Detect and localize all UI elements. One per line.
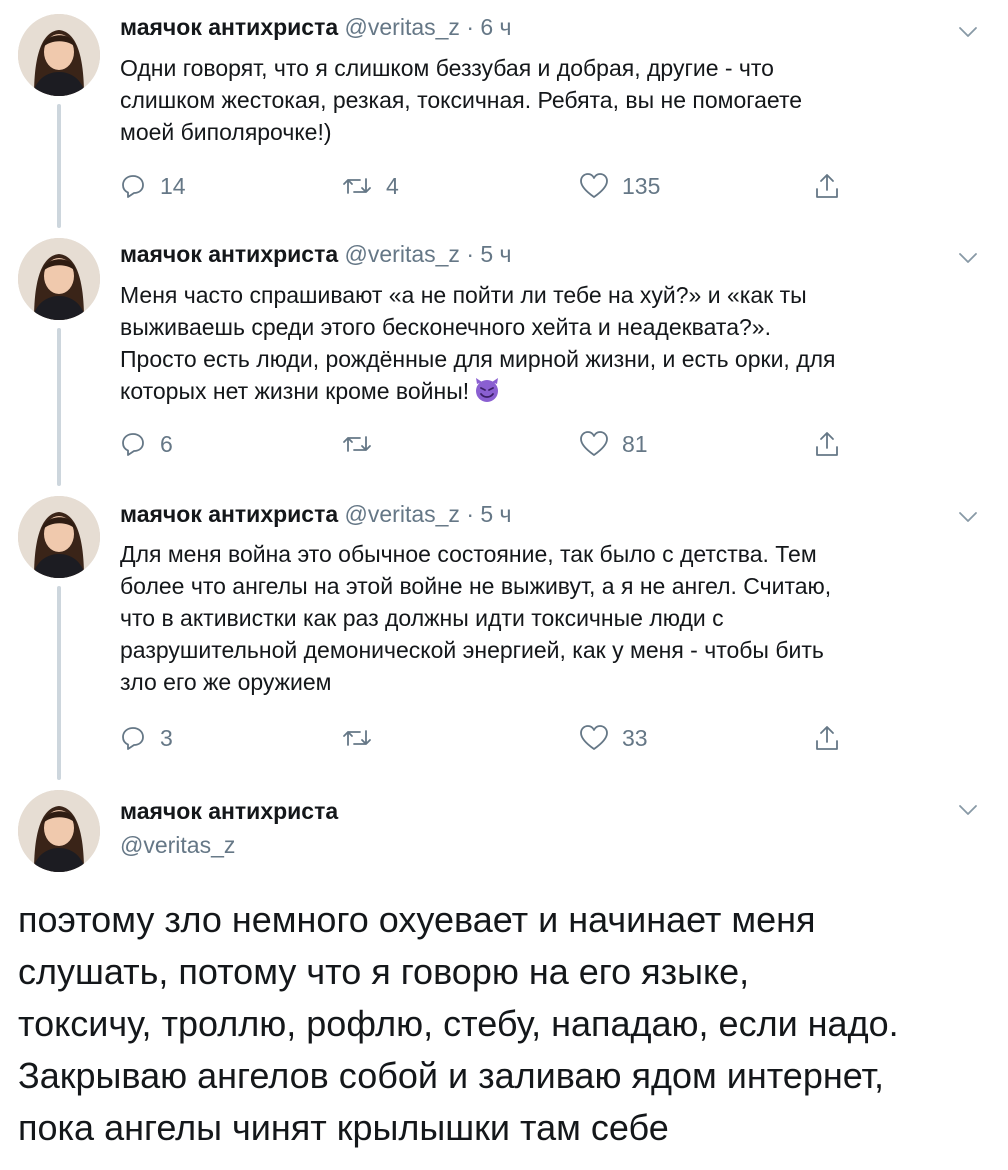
like-button[interactable]: 135 [578,170,660,202]
timestamp[interactable]: 6 ч [480,14,511,40]
tweet-handle-row: @veritas_z [120,831,235,859]
tweet-actions: 14 4 135 [118,170,858,202]
thread-line [57,328,61,486]
thread-line [57,586,61,780]
avatar[interactable] [18,238,100,320]
user-handle[interactable]: @veritas_z [345,501,460,527]
separator-dot: · [466,501,474,527]
chevron-down-icon[interactable] [956,798,980,822]
separator-dot: · [466,14,474,40]
timestamp[interactable]: 5 ч [480,241,511,267]
separator-dot: · [466,241,474,267]
avatar[interactable] [18,496,100,578]
like-count: 81 [622,430,648,457]
reply-count: 3 [160,724,173,751]
twitter-thread: маячок антихриста @veritas_z · 6 ч Одни … [0,0,1008,1170]
retweet-button[interactable] [340,722,386,754]
retweet-button[interactable]: 4 [340,170,399,202]
tweet-header: маячок антихриста @veritas_z · 5 ч [120,500,512,528]
user-handle[interactable]: @veritas_z [345,14,460,40]
chevron-down-icon[interactable] [956,20,980,44]
reply-count: 6 [160,430,173,457]
reply-button[interactable]: 6 [118,428,173,460]
retweet-count: 4 [386,172,399,199]
tweet-header: маячок антихриста @veritas_z · 6 ч [120,13,512,41]
chevron-down-icon[interactable] [956,505,980,529]
user-handle[interactable]: @veritas_z [345,241,460,267]
like-button[interactable]: 81 [578,428,648,460]
timestamp[interactable]: 5 ч [480,501,511,527]
tweet-text: Для меня война это обычное состояние, та… [120,541,832,695]
retweet-icon [343,730,371,746]
share-button[interactable] [812,170,842,202]
heart-icon [580,431,608,456]
share-button[interactable] [812,722,842,754]
reply-icon [122,175,144,198]
tweet-header: маячок антихриста [120,797,338,825]
avatar[interactable] [18,14,100,96]
like-count: 135 [622,172,661,199]
thread-line [57,104,61,228]
tweet-header: маячок антихриста @veritas_z · 5 ч [120,240,512,268]
reply-icon [122,433,144,456]
retweet-icon [343,436,371,452]
display-name[interactable]: маячок антихриста [120,798,338,824]
chevron-down-icon[interactable] [956,246,980,270]
main-tweet-text: поэтому зло немного охуевает и начинает … [18,899,899,1148]
share-icon [816,432,838,456]
share-icon [816,726,838,750]
display-name[interactable]: маячок антихриста [120,14,338,40]
tweet-actions: 3 33 [118,722,858,754]
reply-button[interactable]: 3 [118,722,173,754]
tweet-text: Меня часто спрашивают «а не пойти ли теб… [120,279,980,412]
retweet-icon [343,178,371,194]
display-name[interactable]: маячок антихриста [120,241,338,267]
reply-button[interactable]: 14 [118,170,186,202]
tweet-actions: 6 81 [118,428,858,460]
reply-icon [122,727,144,750]
like-count: 33 [622,724,648,751]
retweet-button[interactable] [340,428,386,460]
smiling-devil-emoji [473,376,501,412]
avatar[interactable] [18,790,100,872]
heart-icon [580,725,608,750]
user-handle[interactable]: @veritas_z [120,832,235,858]
heart-icon [580,173,608,198]
display-name[interactable]: маячок антихриста [120,501,338,527]
like-button[interactable]: 33 [578,722,648,754]
share-icon [816,174,838,198]
reply-count: 14 [160,172,186,199]
tweet-text: Одни говорят, что я слишком беззубая и д… [120,55,803,145]
share-button[interactable] [812,428,842,460]
